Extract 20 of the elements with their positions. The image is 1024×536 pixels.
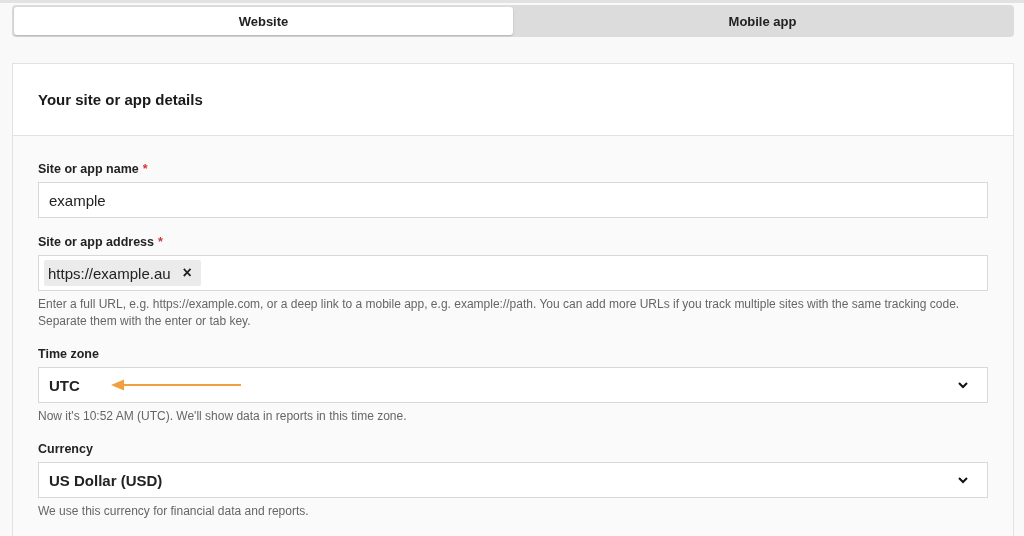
tab[interactable]: Website <box>14 7 513 35</box>
field-label: Site or app name <box>38 162 139 176</box>
help-text: Enter a full URL, e.g. https://example.com, or a deep link to a mobile app, e.g. example://path. You can add more URLs if you track multiple sites with the same tracking code. Separate them with the enter or tab key. <box>38 296 961 330</box>
help-text: Now it's 10:52 AM (UTC). We'll show data in reports in this time zone. <box>38 408 408 425</box>
card-title: Your site or app details <box>38 91 203 108</box>
chevron-down-icon <box>957 476 969 484</box>
tag-text: https://example.au <box>48 264 171 282</box>
select-field[interactable]: UTC <box>38 367 988 403</box>
select-field[interactable]: US Dollar (USD) <box>38 462 988 498</box>
field-label: Time zone <box>38 347 99 361</box>
help-text: We use this currency for financial data and reports. <box>38 503 310 520</box>
field-label: Site or app address <box>38 235 154 249</box>
input-field[interactable]: https://example.au × <box>38 255 988 291</box>
required-mark: * <box>142 162 148 176</box>
chevron-down-icon <box>957 381 969 389</box>
remove-button[interactable]: × <box>182 264 192 282</box>
input-field[interactable]: example <box>38 182 988 218</box>
required-mark: * <box>158 235 163 249</box>
tab[interactable]: Mobile app <box>513 7 1012 35</box>
field-label: Currency <box>38 442 93 456</box>
